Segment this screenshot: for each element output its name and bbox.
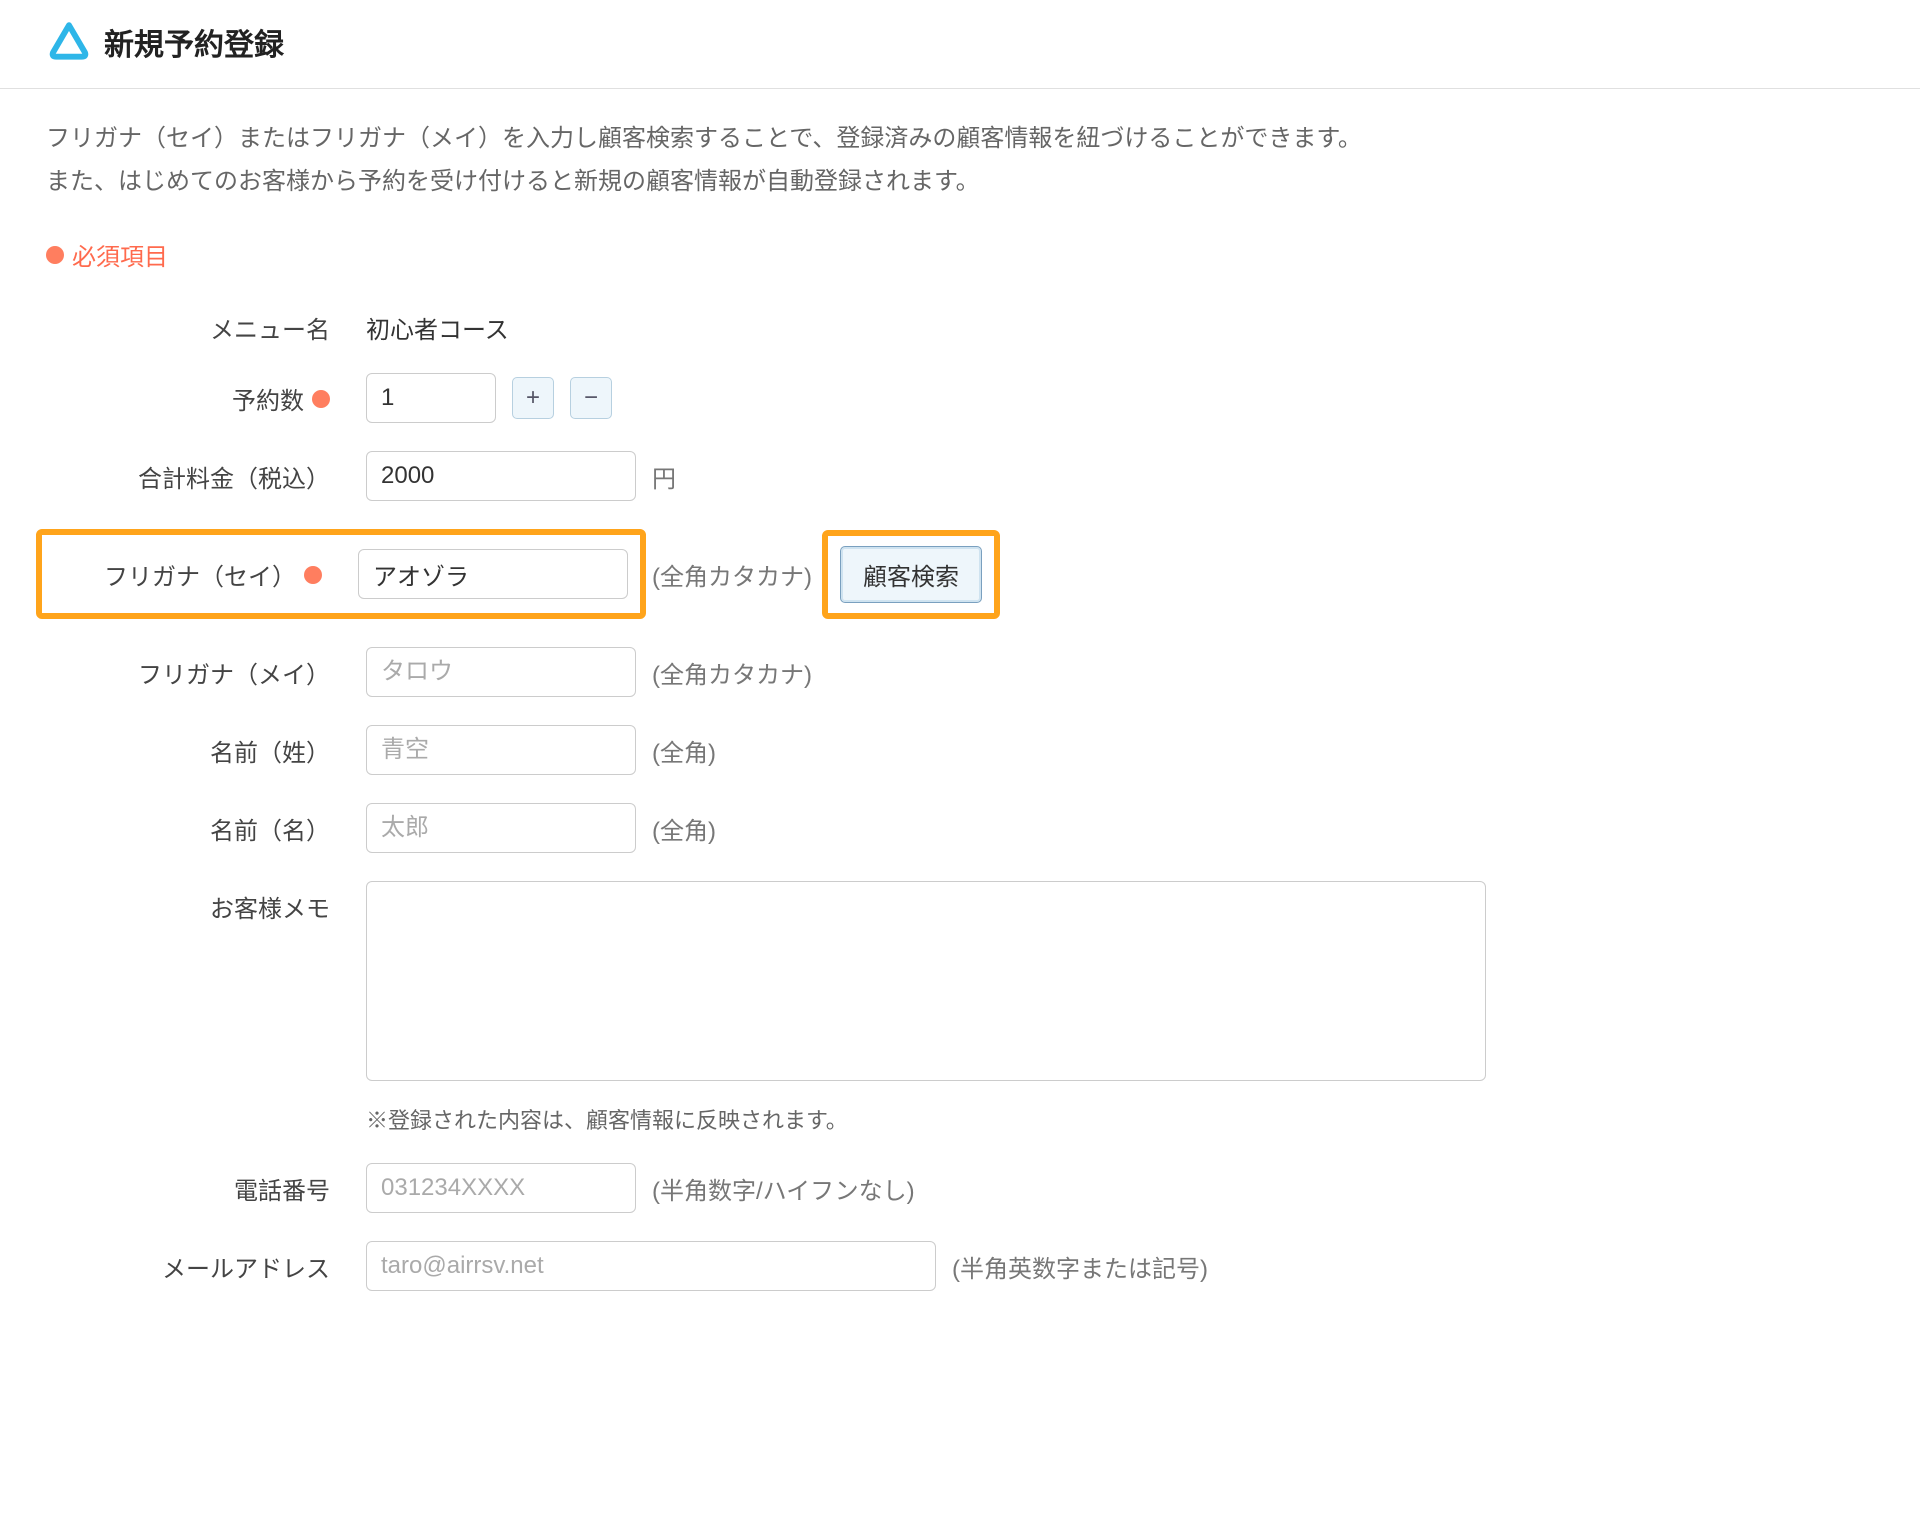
quantity-minus-button[interactable]: − [570, 377, 612, 419]
row-email: メールアドレス (半角英数字または記号) [46, 1241, 1874, 1291]
label-email: メールアドレス [46, 1241, 366, 1284]
hint-furigana-sei: (全角カタカナ) [652, 557, 812, 592]
description-line2: また、はじめてのお客様から予約を受け付けると新規の顧客情報が自動登録されます。 [46, 160, 1874, 203]
furigana-mei-input[interactable] [366, 647, 636, 697]
required-legend-label: 必須項目 [72, 237, 168, 272]
row-firstname: 名前（名） (全角) [46, 803, 1874, 853]
label-firstname: 名前（名） [46, 803, 366, 846]
required-dot-icon [312, 390, 330, 408]
label-lastname: 名前（姓） [46, 725, 366, 768]
value-menu: 初心者コース [366, 302, 509, 345]
row-memo: お客様メモ ※登録された内容は、顧客情報に反映されます。 [46, 881, 1874, 1135]
hint-furigana-mei: (全角カタカナ) [652, 655, 812, 690]
label-furigana-mei: フリガナ（メイ） [46, 647, 366, 690]
highlight-furigana-sei: フリガナ（セイ） [36, 529, 646, 619]
row-quantity: 予約数 + − [46, 373, 1874, 423]
email-input[interactable] [366, 1241, 936, 1291]
hint-lastname: (全角) [652, 733, 716, 768]
content: フリガナ（セイ）またはフリガナ（メイ）を入力し顧客検索することで、登録済みの顧客… [0, 89, 1920, 1359]
row-furigana-mei: フリガナ（メイ） (全角カタカナ) [46, 647, 1874, 697]
memo-textarea[interactable] [366, 881, 1486, 1081]
label-menu: メニュー名 [46, 302, 366, 345]
hint-phone: (半角数字/ハイフンなし) [652, 1171, 915, 1206]
required-dot-icon [304, 566, 322, 584]
required-legend: 必須項目 [46, 237, 1874, 272]
row-price: 合計料金（税込） 円 [46, 451, 1874, 501]
description-text: フリガナ（セイ）またはフリガナ（メイ）を入力し顧客検索することで、登録済みの顧客… [46, 117, 1874, 203]
row-lastname: 名前（姓） (全角) [46, 725, 1874, 775]
quantity-input[interactable] [366, 373, 496, 423]
label-furigana-sei: フリガナ（セイ） [54, 549, 358, 592]
row-menu: メニュー名 初心者コース [46, 302, 1874, 345]
highlight-customer-search: 顧客検索 [822, 530, 1000, 619]
required-dot-icon [46, 246, 64, 264]
label-quantity: 予約数 [46, 373, 366, 416]
firstname-input[interactable] [366, 803, 636, 853]
lastname-input[interactable] [366, 725, 636, 775]
page-title: 新規予約登録 [104, 20, 284, 64]
furigana-sei-input[interactable] [358, 549, 628, 599]
page-header: 新規予約登録 [0, 0, 1920, 89]
hint-email: (半角英数字または記号) [952, 1249, 1208, 1284]
label-memo: お客様メモ [46, 881, 366, 924]
hint-firstname: (全角) [652, 811, 716, 846]
memo-note: ※登録された内容は、顧客情報に反映されます。 [366, 1103, 848, 1135]
price-input[interactable] [366, 451, 636, 501]
phone-input[interactable] [366, 1163, 636, 1213]
row-phone: 電話番号 (半角数字/ハイフンなし) [46, 1163, 1874, 1213]
label-price: 合計料金（税込） [46, 451, 366, 494]
quantity-plus-button[interactable]: + [512, 377, 554, 419]
row-furigana-sei: フリガナ（セイ） (全角カタカナ) 顧客検索 [46, 529, 1874, 619]
description-line1: フリガナ（セイ）またはフリガナ（メイ）を入力し顧客検索することで、登録済みの顧客… [46, 117, 1874, 160]
logo-icon [48, 21, 90, 63]
price-unit: 円 [652, 459, 676, 494]
label-phone: 電話番号 [46, 1163, 366, 1206]
customer-search-button[interactable]: 顧客検索 [840, 546, 982, 603]
